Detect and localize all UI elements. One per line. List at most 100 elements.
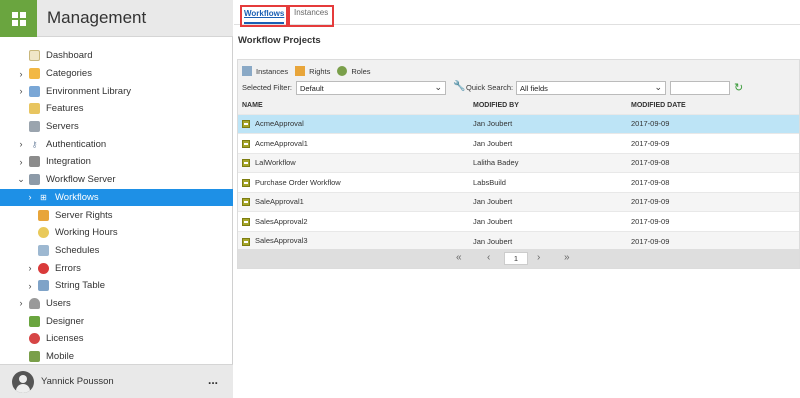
sidebar-item-label: Integration	[46, 156, 91, 168]
server-icon	[29, 121, 40, 133]
next-page-icon[interactable]: ›	[537, 252, 540, 263]
selected-filter-value: Default	[300, 84, 324, 93]
chevron-right-icon[interactable]: ›	[16, 69, 26, 79]
cell-modified-date: 2017-09-09	[631, 236, 670, 246]
cell-modified-date: 2017-09-09	[631, 197, 670, 207]
workflows-icon: ⊞	[40, 192, 47, 202]
sidebar-item-dashboard[interactable]: Dashboard	[0, 47, 233, 65]
sidebar-item-licenses[interactable]: Licenses	[0, 330, 233, 348]
table-row[interactable]: LalWorkflow Lalitha Badey 2017-09-08	[238, 153, 799, 173]
chevron-right-icon[interactable]: ›	[16, 157, 26, 167]
more-options-icon[interactable]: ...	[208, 373, 218, 387]
rights-button[interactable]: Rights	[295, 66, 330, 76]
column-header-modified-by[interactable]: MODIFIED BY	[469, 97, 627, 114]
avatar[interactable]	[12, 371, 34, 393]
sidebar-item-label: Features	[46, 103, 84, 115]
sidebar-item-workflow-server[interactable]: ⌄ Workflow Server	[0, 171, 233, 189]
cell-name: SalesApproval2	[238, 212, 469, 232]
quick-search-field-select[interactable]: All fields ⌄	[516, 81, 666, 95]
key-icon: ⚷	[31, 139, 38, 149]
wrench-icon: 🔧	[453, 81, 466, 92]
cell-name: SaleApproval1	[238, 192, 469, 212]
cell-modified-by: LabsBuild	[473, 177, 506, 187]
sidebar-item-designer[interactable]: Designer	[0, 312, 233, 330]
chevron-right-icon[interactable]: ›	[16, 298, 26, 308]
tab-instances[interactable]: Instances	[288, 5, 334, 27]
cell-modified-date: 2017-09-08	[631, 158, 670, 168]
quick-search-input[interactable]	[670, 81, 730, 95]
chevron-right-icon[interactable]: ›	[25, 263, 35, 273]
cell-modified-by: Jan Joubert	[473, 119, 513, 129]
roles-icon	[337, 66, 348, 76]
table-row[interactable]: Purchase Order Workflow LabsBuild 2017-0…	[238, 172, 799, 193]
sidebar-item-schedules[interactable]: Schedules	[0, 242, 233, 260]
refresh-icon[interactable]: ↻	[734, 82, 746, 94]
clock-icon	[38, 227, 49, 239]
last-page-icon[interactable]: »	[564, 252, 570, 263]
designer-icon	[29, 315, 40, 327]
sidebar-item-label: Mobile	[46, 351, 74, 363]
sidebar-item-label: Designer	[46, 315, 85, 327]
sidebar-nav: Dashboard › Categories › Environment Lib…	[0, 47, 233, 365]
sidebar-item-features[interactable]: Features	[0, 100, 233, 118]
sidebar-item-server-rights[interactable]: Server Rights	[0, 206, 233, 224]
table-row[interactable]: SalesApproval3 Jan Joubert 2017-09-09	[238, 231, 799, 251]
chevron-right-icon[interactable]: ›	[25, 192, 35, 202]
sidebar-item-users[interactable]: › Users	[0, 295, 233, 313]
chevron-right-icon[interactable]: ›	[16, 139, 26, 149]
tab-workflows[interactable]: Workflows	[240, 5, 288, 27]
previous-page-icon[interactable]: ‹	[487, 252, 490, 263]
sidebar-item-working-hours[interactable]: Working Hours	[0, 224, 233, 242]
column-header-modified-date[interactable]: MODIFIED DATE	[627, 97, 799, 114]
toolbar: Instances Rights Roles	[242, 65, 378, 77]
chevron-right-icon[interactable]: ›	[16, 86, 26, 96]
rights-label: Rights	[309, 66, 331, 76]
folder-icon	[29, 68, 40, 80]
instances-label: Instances	[256, 66, 289, 76]
cell-name: AcmeApproval	[238, 114, 469, 134]
sidebar-item-label: Categories	[46, 68, 92, 80]
table-row[interactable]: SalesApproval2 Jan Joubert 2017-09-09	[238, 211, 799, 232]
column-header-name[interactable]: NAME	[238, 97, 469, 114]
page-number-input[interactable]: 1	[504, 252, 528, 265]
cell-modified-by: Jan Joubert	[473, 197, 513, 207]
cell-modified-date: 2017-09-08	[631, 177, 670, 187]
sidebar-item-mobile[interactable]: Mobile	[0, 348, 233, 366]
selected-filter-select[interactable]: Default ⌄	[296, 81, 446, 95]
instances-button[interactable]: Instances	[242, 66, 288, 76]
sidebar: Management Dashboard › Categories › Envi…	[0, 0, 233, 398]
sidebar-item-errors[interactable]: › Errors	[0, 259, 233, 277]
workflow-icon	[242, 178, 250, 187]
cell-name: Purchase Order Workflow	[238, 173, 469, 193]
sidebar-item-integration[interactable]: › Integration	[0, 153, 233, 171]
cell-modified-by: Jan Joubert	[473, 138, 513, 148]
tab-label: Instances	[294, 8, 329, 17]
instances-icon	[242, 66, 252, 76]
sidebar-item-authentication[interactable]: › ⚷ Authentication	[0, 135, 233, 153]
table-row[interactable]: SaleApproval1 Jan Joubert 2017-09-09	[238, 192, 799, 212]
sidebar-item-workflows[interactable]: › ⊞ Workflows	[0, 188, 233, 207]
workflow-projects-panel: Instances Rights Roles Selected Filter: …	[237, 59, 800, 269]
chevron-down-icon[interactable]: ⌄	[16, 174, 26, 185]
active-tab-underline	[244, 22, 284, 24]
sidebar-item-string-table[interactable]: › String Table	[0, 277, 233, 295]
app-logo-icon[interactable]	[0, 0, 37, 37]
table-row[interactable]: AcmeApproval1 Jan Joubert 2017-09-09	[238, 133, 799, 153]
workflow-name: AcmeApproval	[255, 119, 304, 129]
workflow-icon	[242, 139, 250, 148]
license-icon	[29, 333, 40, 345]
table-row[interactable]: AcmeApproval Jan Joubert 2017-09-09	[238, 114, 799, 134]
sidebar-item-label: Licenses	[46, 333, 84, 345]
error-icon	[38, 262, 49, 274]
sidebar-item-label: Servers	[46, 121, 79, 133]
sidebar-item-environment-library[interactable]: › Environment Library	[0, 82, 233, 100]
roles-button[interactable]: Roles	[337, 66, 371, 76]
first-page-icon[interactable]: «	[456, 252, 462, 263]
cell-modified-by: Jan Joubert	[473, 216, 513, 226]
main-content: Workflows Instances Workflow Projects In…	[234, 0, 800, 398]
sidebar-item-categories[interactable]: › Categories	[0, 65, 233, 83]
lock-icon	[295, 66, 306, 76]
sidebar-header: Management	[0, 0, 233, 37]
sidebar-item-servers[interactable]: Servers	[0, 118, 233, 136]
chevron-right-icon[interactable]: ›	[25, 281, 35, 291]
